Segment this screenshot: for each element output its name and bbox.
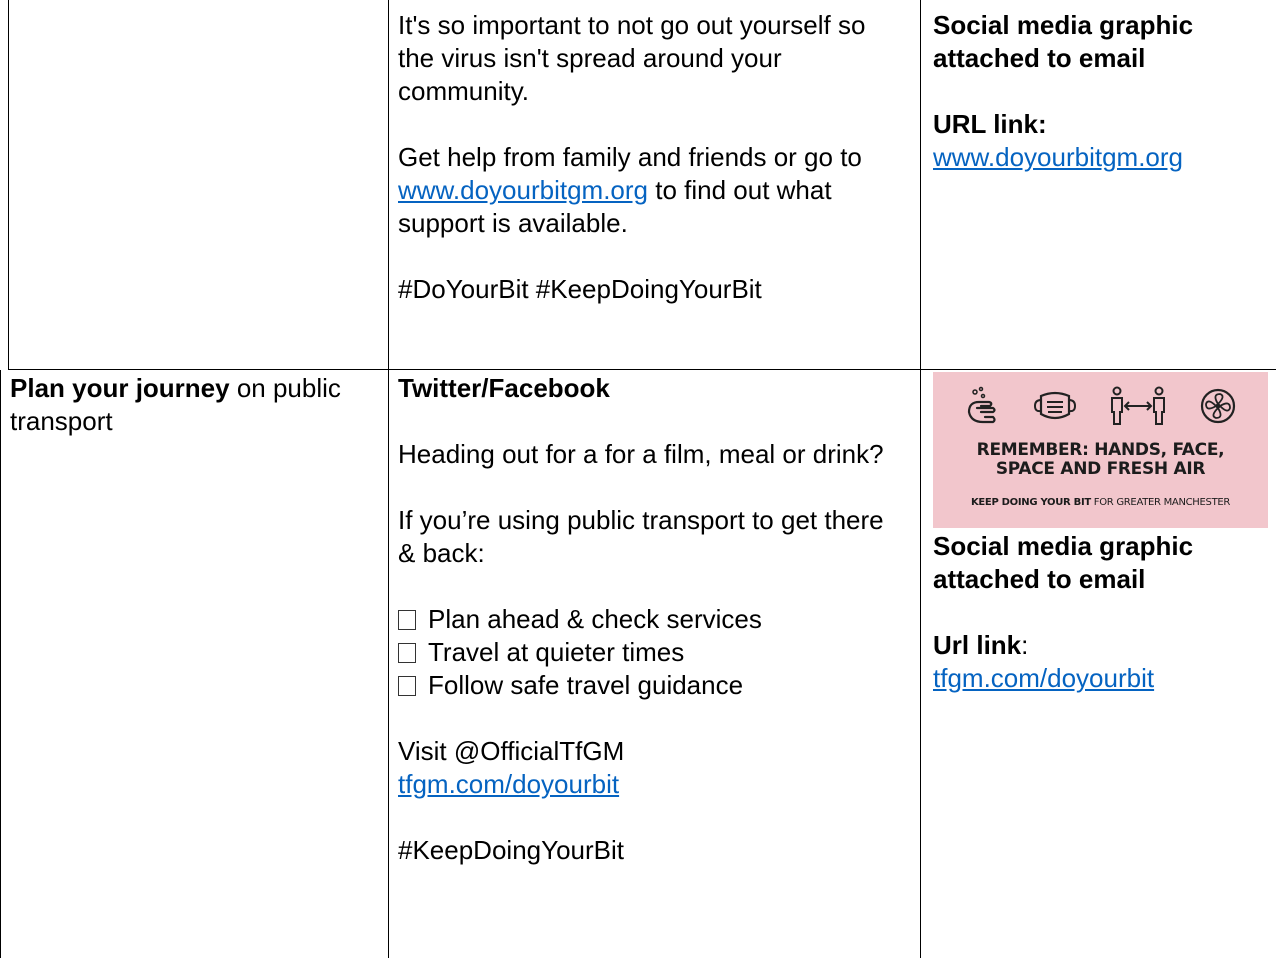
checklist-text: Travel at quieter times — [428, 637, 685, 667]
row-divider — [8, 369, 1276, 370]
row2-graphic-note: Social media graphic attached to email — [933, 531, 1194, 594]
row1-url-line: www.doyourbitgm.org — [933, 141, 1253, 174]
social-media-graphic: REMEMBER: HANDS, FACE, SPACE AND FRESH A… — [933, 372, 1268, 528]
row1-help-paragraph: Get help from family and friends or go t… — [398, 141, 903, 240]
row2-url-label: Url link — [933, 630, 1022, 660]
row2-topic: Plan your journey on public transport — [10, 372, 380, 438]
checkbox-icon — [398, 610, 416, 630]
channel-label: Twitter/Facebook — [398, 373, 610, 403]
checklist-item: Travel at quieter times — [398, 636, 903, 669]
distance-icon — [1110, 386, 1165, 425]
checklist-text: Follow safe travel guidance — [428, 670, 744, 700]
topic-title: Plan your journey — [10, 373, 230, 403]
row2-url-link[interactable]: tfgm.com/doyourbit — [933, 663, 1154, 693]
doyourbit-link[interactable]: www.doyourbitgm.org — [398, 175, 648, 205]
row1-hashtags: #DoYourBit #KeepDoingYourBit — [398, 274, 762, 304]
row2-assets-cell: Social media graphic attached to email U… — [933, 530, 1253, 695]
tfgm-link-line: tfgm.com/doyourbit — [398, 768, 903, 801]
row1-message-cell: It's so important to not go out yourself… — [398, 9, 903, 306]
row2-left-border — [0, 370, 1, 958]
row1-message-paragraph: It's so important to not go out yourself… — [398, 10, 866, 106]
row1-assets-cell: Social media graphic attached to email U… — [933, 9, 1253, 174]
row2-topic-cell: Plan your journey on public transport — [10, 372, 380, 438]
checklist-item: Plan ahead & check services — [398, 603, 903, 636]
row2-url-line: tfgm.com/doyourbit — [933, 662, 1253, 695]
graphic-headline-2: SPACE AND FRESH AIR — [995, 459, 1206, 479]
column-divider-2 — [920, 0, 921, 958]
graphic-footer-bold: KEEP DOING YOUR BIT — [970, 497, 1091, 508]
handwash-icon — [968, 386, 996, 424]
graphic-icons — [933, 386, 1268, 426]
graphic-footer: KEEP DOING YOUR BIT FOR GREATER MANCHEST… — [933, 497, 1268, 509]
row1-url-label: URL link: — [933, 109, 1047, 139]
visit-line: Visit @OfficialTfGM — [398, 736, 625, 766]
row2-url-label-line: Url link: — [933, 629, 1253, 662]
row1-url-link[interactable]: www.doyourbitgm.org — [933, 142, 1183, 172]
row1-graphic-note: Social media graphic attached to email — [933, 10, 1194, 73]
table-left-border — [8, 0, 9, 370]
help-text: Get help from family and friends or go t… — [398, 142, 862, 172]
checkbox-icon — [398, 643, 416, 663]
row2-transport-intro: If you’re using public transport to get … — [398, 505, 884, 568]
graphic-footer-rest: FOR GREATER MANCHESTER — [1090, 497, 1231, 508]
row2-message-cell: Twitter/Facebook Heading out for a for a… — [398, 372, 903, 867]
column-divider-1 — [388, 0, 389, 958]
row2-intro: Heading out for a for a film, meal or dr… — [398, 439, 884, 469]
graphic-headline-1: REMEMBER: HANDS, FACE, — [976, 440, 1225, 460]
checklist-item: Follow safe travel guidance — [398, 669, 903, 702]
fan-icon — [1200, 388, 1235, 424]
row2-url-colon: : — [1021, 630, 1029, 660]
checklist-text: Plan ahead & check services — [428, 604, 762, 634]
checkbox-icon — [398, 676, 416, 696]
row2-hashtag: #KeepDoingYourBit — [398, 835, 624, 865]
tfgm-link[interactable]: tfgm.com/doyourbit — [398, 769, 619, 799]
face-mask-icon — [1034, 391, 1077, 420]
